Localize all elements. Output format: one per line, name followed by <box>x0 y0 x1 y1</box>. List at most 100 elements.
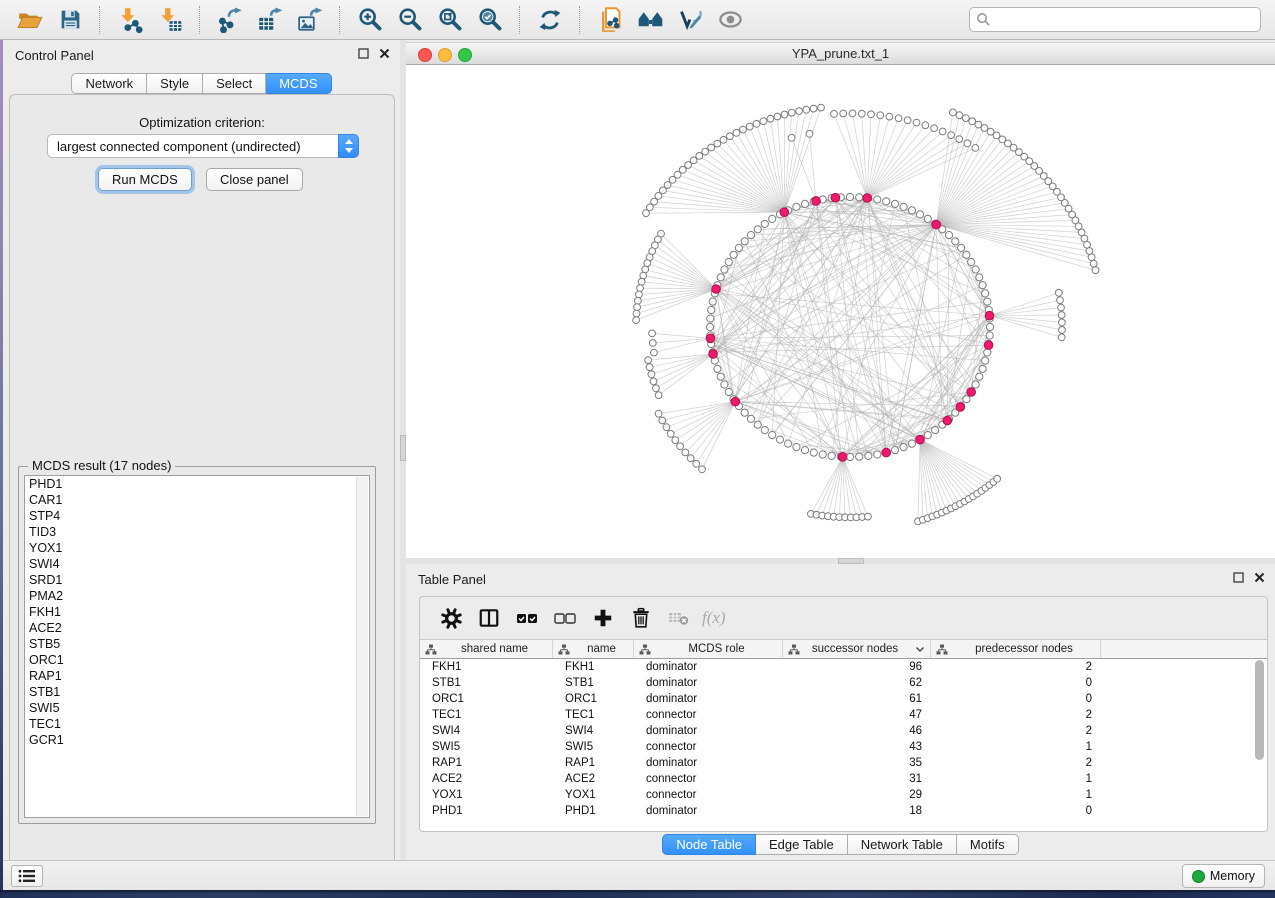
table-cell[interactable]: 1 <box>931 739 1101 755</box>
graph-leaf-node[interactable] <box>913 119 920 126</box>
mcds-node[interactable] <box>985 311 994 320</box>
table-row[interactable]: SWI5SWI5connector431 <box>420 739 1267 755</box>
graph-leaf-node[interactable] <box>740 126 747 133</box>
tab-style[interactable]: Style <box>147 73 203 94</box>
table-cell[interactable]: 96 <box>783 659 931 675</box>
graph-leaf-node[interactable] <box>650 378 657 385</box>
graph-leaf-node[interactable] <box>964 140 971 147</box>
graph-leaf-node[interactable] <box>956 136 963 143</box>
graph-leaf-node[interactable] <box>760 118 767 125</box>
export-image-button[interactable] <box>292 4 328 36</box>
table-cell[interactable]: ORC1 <box>420 691 553 707</box>
mcds-result-item[interactable]: STP4 <box>25 508 369 524</box>
mcds-result-item[interactable]: RAP1 <box>25 668 369 684</box>
mcds-result-item[interactable]: PHD1 <box>25 476 369 492</box>
graph-node[interactable] <box>725 388 732 395</box>
table-cell[interactable]: 2 <box>931 659 1101 675</box>
mcds-node[interactable] <box>932 220 941 229</box>
table-cell[interactable]: 47 <box>783 707 931 723</box>
tab-node-table[interactable]: Node Table <box>662 834 756 855</box>
graph-leaf-node[interactable] <box>1055 289 1062 296</box>
refresh-view-button[interactable] <box>532 4 568 36</box>
tab-mcds[interactable]: MCDS <box>266 73 331 94</box>
table-cell[interactable]: YOX1 <box>420 787 553 803</box>
mcds-node[interactable] <box>882 448 891 457</box>
graph-leaf-node[interactable] <box>746 123 753 130</box>
graph-node[interactable] <box>916 211 923 218</box>
table-cell[interactable]: 2 <box>931 707 1101 723</box>
graph-leaf-node[interactable] <box>987 128 994 135</box>
graph-node[interactable] <box>900 203 907 210</box>
mcds-result-item[interactable]: ACE2 <box>25 620 369 636</box>
table-cell[interactable]: 1 <box>931 771 1101 787</box>
graph-leaf-node[interactable] <box>969 118 976 125</box>
graph-node[interactable] <box>801 200 808 207</box>
graph-leaf-node[interactable] <box>693 460 700 467</box>
graph-node[interactable] <box>984 349 991 356</box>
graph-node[interactable] <box>810 449 817 456</box>
table-scrollbar-thumb[interactable] <box>1255 660 1264 760</box>
graph-node[interactable] <box>747 415 754 422</box>
graph-leaf-node[interactable] <box>956 112 963 119</box>
table-cell[interactable]: PHD1 <box>420 803 553 819</box>
graph-leaf-node[interactable] <box>1059 327 1066 334</box>
search-input[interactable] <box>969 7 1261 32</box>
graph-leaf-node[interactable] <box>635 297 642 304</box>
table-row[interactable]: YOX1YOX1connector291 <box>420 787 1267 803</box>
mcds-result-item[interactable]: TID3 <box>25 524 369 540</box>
mcds-result-item[interactable]: FKH1 <box>25 604 369 620</box>
graph-leaf-node[interactable] <box>931 125 938 132</box>
graph-node[interactable] <box>769 215 776 222</box>
graph-node[interactable] <box>972 266 979 273</box>
table-cell[interactable]: SWI4 <box>553 723 634 739</box>
tab-select[interactable]: Select <box>203 73 266 94</box>
graph-leaf-node[interactable] <box>1088 254 1095 261</box>
graph-node[interactable] <box>865 452 872 459</box>
fit-content-button[interactable] <box>432 4 468 36</box>
table-cell[interactable]: connector <box>634 707 783 723</box>
table-row[interactable]: ORC1ORC1dominator610 <box>420 691 1267 707</box>
graph-leaf-node[interactable] <box>877 112 884 119</box>
tab-network[interactable]: Network <box>71 73 147 94</box>
table-cell[interactable]: dominator <box>634 723 783 739</box>
graph-leaf-node[interactable] <box>651 349 658 356</box>
graph-leaf-node[interactable] <box>714 140 721 147</box>
graph-leaf-node[interactable] <box>767 115 774 122</box>
graph-node[interactable] <box>769 432 776 439</box>
close-panel-icon[interactable] <box>1254 572 1265 583</box>
table-cell[interactable]: dominator <box>634 659 783 675</box>
graph-node[interactable] <box>976 373 983 380</box>
graph-node[interactable] <box>984 298 991 305</box>
graph-node[interactable] <box>982 357 989 364</box>
graph-leaf-node[interactable] <box>663 424 670 431</box>
network-canvas[interactable] <box>406 65 1275 558</box>
mcds-node[interactable] <box>984 341 993 350</box>
graph-leaf-node[interactable] <box>653 385 660 392</box>
optimization-criterion-select[interactable]: largest connected component (undirected) <box>47 134 359 158</box>
graph-node[interactable] <box>754 421 761 428</box>
mcds-result-item[interactable]: SWI4 <box>25 556 369 572</box>
table-row[interactable]: TEC1TEC1connector472 <box>420 707 1267 723</box>
graph-node[interactable] <box>717 274 724 281</box>
table-row[interactable]: RAP1RAP1dominator352 <box>420 755 1267 771</box>
table-cell[interactable]: RAP1 <box>420 755 553 771</box>
graph-leaf-node[interactable] <box>633 317 640 324</box>
column-header-name[interactable]: name <box>553 640 634 658</box>
save-session-button[interactable] <box>52 4 88 36</box>
graph-node[interactable] <box>972 381 979 388</box>
run-mcds-button[interactable]: Run MCDS <box>98 168 192 191</box>
table-cell[interactable]: YOX1 <box>553 787 634 803</box>
graph-leaf-node[interactable] <box>646 364 653 371</box>
graph-leaf-node[interactable] <box>649 330 656 337</box>
mcds-result-item[interactable]: YOX1 <box>25 540 369 556</box>
float-panel-icon[interactable] <box>1233 572 1244 583</box>
export-network-button[interactable] <box>212 4 248 36</box>
graph-node[interactable] <box>900 444 907 451</box>
table-row[interactable]: SWI4SWI4dominator462 <box>420 723 1267 739</box>
graph-leaf-node[interactable] <box>865 513 872 520</box>
graph-leaf-node[interactable] <box>1058 304 1065 311</box>
graph-leaf-node[interactable] <box>868 111 875 118</box>
table-cell[interactable]: 18 <box>783 803 931 819</box>
float-panel-icon[interactable] <box>358 48 369 59</box>
mcds-node[interactable] <box>967 388 976 397</box>
